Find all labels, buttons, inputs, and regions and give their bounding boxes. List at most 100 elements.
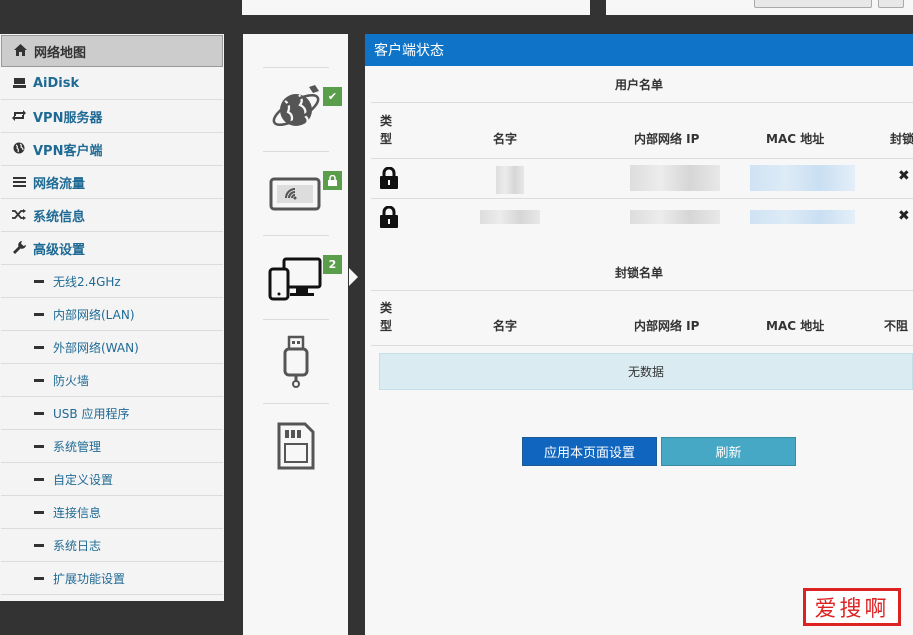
sidebar-item-label: 系统信息 <box>33 210 86 225</box>
submenu-label: 防火墙 <box>53 374 90 388</box>
submenu-item-wan[interactable]: 外部网络(WAN) <box>1 332 223 364</box>
submenu-label: 内部网络(LAN) <box>53 308 135 322</box>
sidebar-item-label: 网络流量 <box>33 177 86 192</box>
usb-icon <box>283 335 309 388</box>
col-mac: MAC 地址 <box>766 132 825 146</box>
shuffle-icon <box>9 208 29 223</box>
dash-icon <box>34 478 44 481</box>
apply-settings-button[interactable]: 应用本页面设置 <box>522 437 657 466</box>
col-type: 类 型 <box>380 114 393 146</box>
client-count-badge: 2 <box>323 255 342 274</box>
selected-pointer-icon <box>349 268 358 286</box>
col-mac: MAC 地址 <box>766 319 825 333</box>
dash-icon <box>34 511 44 514</box>
sidebar-item-advanced[interactable]: 高级设置 <box>1 233 223 265</box>
top-refresh-button[interactable] <box>878 0 904 8</box>
dash-icon <box>34 412 44 415</box>
submenu-label: USB 应用程序 <box>53 407 130 421</box>
submenu-label: 外部网络(WAN) <box>53 341 139 355</box>
submenu-item-wireless[interactable]: 无线2.4GHz <box>1 266 223 298</box>
col-ip: 内部网络 IP <box>634 132 700 146</box>
submenu-label: 无线2.4GHz <box>53 275 121 289</box>
dash-icon <box>34 544 44 547</box>
submenu-label: 系统日志 <box>53 539 102 553</box>
globe-satellite-icon <box>272 84 320 126</box>
internet-status[interactable]: ✔ <box>263 67 342 151</box>
client-name-redacted <box>480 210 540 224</box>
refresh-button[interactable]: 刷新 <box>661 437 796 466</box>
submenu-label: 扩展功能设置 <box>53 572 126 586</box>
submenu-item-custom[interactable]: 自定义设置 <box>1 464 223 496</box>
client-name-redacted <box>496 166 524 194</box>
col-name: 名字 <box>493 319 518 333</box>
exchange-icon <box>9 109 29 124</box>
col-type: 类 型 <box>380 301 393 333</box>
sidebar-item-traffic[interactable]: 网络流量 <box>1 167 223 199</box>
submenu-item-syslog[interactable]: 系统日志 <box>1 530 223 562</box>
col-block: 封锁 <box>890 132 913 146</box>
dash-icon <box>34 313 44 316</box>
check-icon: ✔ <box>323 87 342 106</box>
submenu-label: 系统管理 <box>53 440 102 454</box>
submenu-item-lan[interactable]: 内部网络(LAN) <box>1 299 223 331</box>
sidebar-item-label: VPN服务器 <box>33 111 103 126</box>
dash-icon <box>34 346 44 349</box>
top-panel-left <box>242 0 590 15</box>
client-mac-redacted <box>750 165 855 191</box>
submenu-item-admin[interactable]: 系统管理 <box>1 431 223 463</box>
block-client-icon[interactable]: ✖ <box>898 168 910 184</box>
wrench-icon <box>9 240 29 257</box>
block-client-icon[interactable]: ✖ <box>898 208 910 224</box>
block-list-title: 封锁名单 <box>614 266 663 280</box>
client-ip-redacted <box>630 165 720 191</box>
sidebar-item-label: AiDisk <box>33 76 80 91</box>
sdcard-status[interactable] <box>263 403 329 487</box>
dash-icon <box>34 577 44 580</box>
dash-icon <box>34 445 44 448</box>
home-icon <box>10 43 30 59</box>
usb-status[interactable] <box>263 319 329 403</box>
sidebar-item-system-info[interactable]: 系统信息 <box>1 200 223 232</box>
status-icon-column: ✔ 2 <box>243 34 348 635</box>
globe-icon <box>9 142 29 157</box>
submenu-item-usb[interactable]: USB 应用程序 <box>1 398 223 430</box>
divider <box>371 158 913 159</box>
sidebar-item-vpn-server[interactable]: VPN服务器 <box>1 101 223 133</box>
sidebar: 网络地图 AiDisk VPN服务器 VPN客户端 网络流量 系统信息 高级设置… <box>0 34 224 601</box>
watermark-stamp: 爱搜啊 <box>803 588 901 626</box>
lock-icon <box>379 205 399 232</box>
col-name: 名字 <box>493 132 518 146</box>
divider <box>371 102 913 103</box>
client-ip-redacted <box>630 210 720 224</box>
col-ip: 内部网络 IP <box>634 319 700 333</box>
submenu-label: 自定义设置 <box>53 473 114 487</box>
clients-status[interactable]: 2 <box>263 235 342 319</box>
divider <box>371 345 913 346</box>
dash-icon <box>34 379 44 382</box>
sidebar-item-label: VPN客户端 <box>33 144 103 159</box>
sidebar-item-network-map[interactable]: 网络地图 <box>1 35 223 67</box>
disk-icon <box>9 77 29 91</box>
dash-icon <box>34 280 44 283</box>
client-status-panel: 客户端状态 用户名单 类 型 名字 内部网络 IP MAC 地址 封锁 ✖ ✖ … <box>365 34 913 635</box>
panel-title: 客户端状态 <box>365 34 913 66</box>
submenu-label: 连接信息 <box>53 506 102 520</box>
lock-icon <box>379 166 399 193</box>
submenu-item-connections[interactable]: 连接信息 <box>1 497 223 529</box>
router-wifi-icon <box>269 177 321 210</box>
submenu-item-extensions[interactable]: 扩展功能设置 <box>1 563 223 595</box>
empty-state: 无数据 <box>379 353 913 390</box>
divider <box>371 198 913 199</box>
submenu-item-firewall[interactable]: 防火墙 <box>1 365 223 397</box>
wireless-status[interactable] <box>263 151 342 235</box>
sidebar-item-vpn-client[interactable]: VPN客户端 <box>1 134 223 166</box>
sidebar-item-aidisk[interactable]: AiDisk <box>1 68 223 100</box>
top-action-button[interactable] <box>754 0 872 8</box>
divider <box>371 290 913 291</box>
sidebar-item-label: 高级设置 <box>33 243 86 258</box>
col-unblock: 不阻 <box>884 319 909 333</box>
devices-icon <box>268 257 322 300</box>
list-icon <box>9 176 29 190</box>
client-mac-redacted <box>750 210 855 224</box>
lock-badge-icon <box>323 171 342 190</box>
